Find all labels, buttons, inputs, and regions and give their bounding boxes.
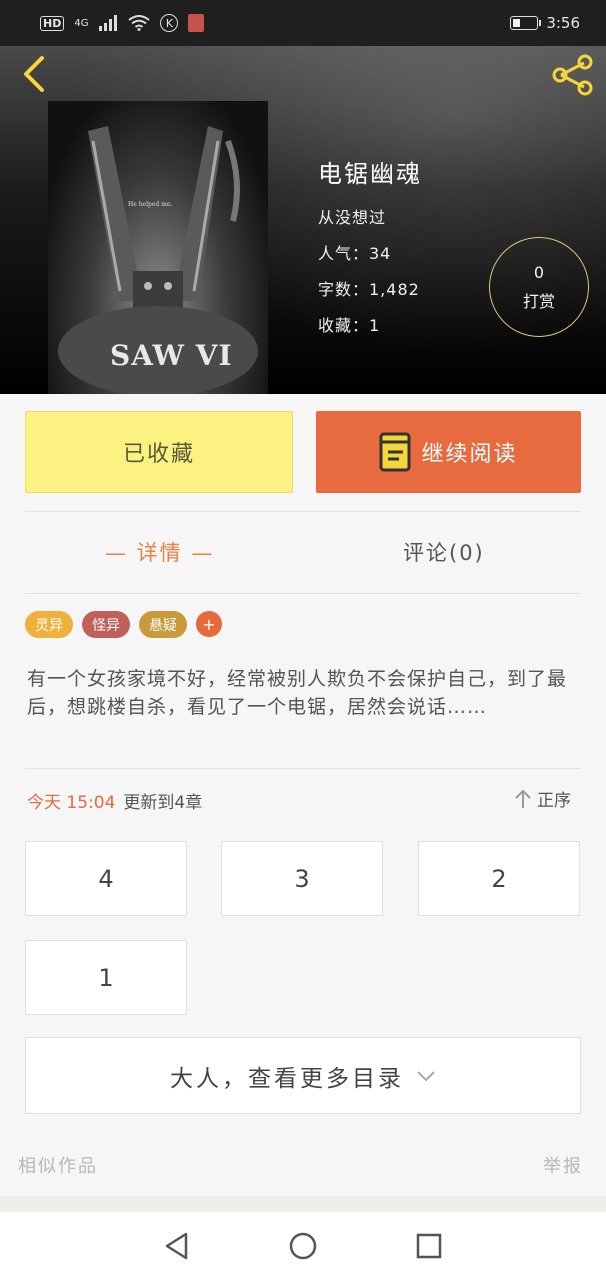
sort-label: 正序 bbox=[537, 791, 571, 811]
collected-label: 已收藏 bbox=[122, 442, 195, 467]
status-bar: HD 4G K 3:56 bbox=[0, 0, 606, 46]
book-title: 电锯幽魂 bbox=[318, 160, 422, 188]
book-icon bbox=[379, 432, 411, 472]
collected-button[interactable]: 已收藏 bbox=[25, 411, 293, 493]
sort-order-button[interactable]: 正序 bbox=[515, 786, 571, 811]
app-notification-icon bbox=[188, 14, 205, 32]
battery-icon bbox=[510, 16, 542, 30]
tab-comments[interactable]: 评论(0) bbox=[403, 530, 485, 574]
chapter-item[interactable]: 2 bbox=[418, 841, 580, 916]
book-word-count: 字数：1,482 bbox=[318, 280, 420, 299]
reward-label: 打赏 bbox=[522, 291, 555, 311]
book-popularity: 人气：34 bbox=[318, 244, 392, 263]
footer-strip bbox=[0, 1196, 606, 1212]
nav-back-icon[interactable] bbox=[162, 1231, 192, 1261]
status-left: HD 4G K bbox=[40, 14, 205, 32]
update-text: 更新到4章 bbox=[123, 793, 203, 813]
update-time: 今天 15:04 bbox=[27, 793, 116, 813]
tag-xuanyi[interactable]: 悬疑 bbox=[139, 611, 187, 638]
book-favorites: 收藏：1 bbox=[318, 316, 381, 335]
hd-icon: HD bbox=[40, 15, 65, 31]
arrow-up-icon bbox=[515, 789, 531, 808]
chapter-item[interactable]: 3 bbox=[221, 841, 383, 916]
divider bbox=[25, 768, 581, 769]
chapter-item[interactable]: 4 bbox=[25, 841, 187, 916]
poster-tagline: He helped me. bbox=[128, 201, 173, 208]
back-icon[interactable] bbox=[16, 54, 52, 94]
share-icon[interactable] bbox=[550, 54, 596, 96]
tag-list: 灵异 怪异 悬疑 + bbox=[25, 611, 222, 638]
tab-detail[interactable]: — 详情 — bbox=[105, 530, 214, 574]
book-cover[interactable]: He helped me. SAW VI bbox=[48, 101, 268, 394]
book-synopsis: 有一个女孩家境不好，经常被别人欺负不会保护自己，到了最后，想跳楼自杀，看见了一个… bbox=[27, 668, 568, 718]
similar-works-label: 相似作品 bbox=[18, 1156, 98, 1177]
nav-home-icon[interactable] bbox=[288, 1231, 318, 1261]
chevron-down-icon bbox=[417, 1070, 435, 1081]
signal-icon bbox=[99, 15, 118, 31]
more-directory-label: 大人，查看更多目录 bbox=[170, 1065, 404, 1092]
reward-count: 0 bbox=[533, 262, 545, 282]
more-directory-button[interactable]: 大人，查看更多目录 bbox=[25, 1037, 581, 1114]
report-link[interactable]: 举报 bbox=[543, 1152, 583, 1178]
continue-reading-label: 继续阅读 bbox=[421, 442, 518, 467]
add-tag-button[interactable]: + bbox=[196, 611, 222, 637]
tag-guaiyi[interactable]: 怪异 bbox=[82, 611, 130, 638]
network-label: 4G bbox=[74, 17, 89, 29]
poster-logo: SAW VI bbox=[110, 339, 233, 372]
wifi-icon bbox=[128, 15, 151, 31]
nav-recents-icon[interactable] bbox=[414, 1231, 444, 1261]
status-time: 3:56 bbox=[546, 14, 580, 32]
continue-reading-button[interactable]: 继续阅读 bbox=[316, 411, 581, 493]
chapter-item[interactable]: 1 bbox=[25, 940, 187, 1015]
status-right: 3:56 bbox=[510, 14, 580, 32]
tag-lingyi[interactable]: 灵异 bbox=[25, 611, 73, 638]
divider bbox=[25, 593, 581, 594]
update-info: 今天 15:04 更新到4章 bbox=[27, 788, 202, 813]
book-author[interactable]: 从没想过 bbox=[318, 204, 386, 228]
reward-button[interactable]: 0 打赏 bbox=[489, 237, 589, 337]
system-nav-bar bbox=[0, 1212, 606, 1280]
book-header: He helped me. SAW VI 电锯幽魂 从没想过 人气：34 字数：… bbox=[0, 46, 606, 394]
divider bbox=[25, 511, 581, 512]
k-icon: K bbox=[160, 14, 179, 32]
